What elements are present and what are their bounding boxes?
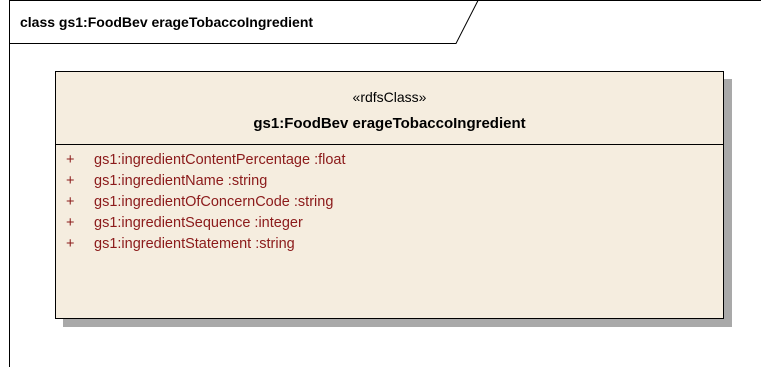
attribute-text: gs1:ingredientStatement :string xyxy=(94,236,295,252)
attribute-visibility: + xyxy=(66,173,75,189)
attribute-row[interactable]: + gs1:ingredientSequence :integer xyxy=(56,215,723,236)
attribute-row[interactable]: + gs1:ingredientName :string xyxy=(56,173,723,194)
class-box[interactable]: «rdfsClass» gs1:FoodBev erageTobaccoIngr… xyxy=(55,71,724,319)
attribute-visibility: + xyxy=(66,215,75,231)
attribute-row[interactable]: + gs1:ingredientOfConcernCode :string xyxy=(56,194,723,215)
class-stereotype: «rdfsClass» xyxy=(352,89,427,105)
attribute-list: + gs1:ingredientContentPercentage :float… xyxy=(56,152,723,257)
class-name: gs1:FoodBev erageTobaccoIngredient xyxy=(253,115,526,132)
attribute-text: gs1:ingredientContentPercentage :float xyxy=(94,152,346,168)
attribute-row[interactable]: + gs1:ingredientStatement :string xyxy=(56,236,723,257)
attribute-text: gs1:ingredientSequence :integer xyxy=(94,215,303,231)
attribute-row[interactable]: + gs1:ingredientContentPercentage :float xyxy=(56,152,723,173)
attribute-visibility: + xyxy=(66,236,75,252)
diagram-frame-tab: class gs1:FoodBev erageTobaccoIngredient xyxy=(9,0,479,44)
frame-title: class gs1:FoodBev erageTobaccoIngredient xyxy=(20,14,314,30)
attribute-visibility: + xyxy=(66,152,75,168)
attribute-text: gs1:ingredientName :string xyxy=(94,173,268,189)
attribute-visibility: + xyxy=(66,194,75,210)
class-header: «rdfsClass» gs1:FoodBev erageTobaccoIngr… xyxy=(56,72,723,145)
attribute-text: gs1:ingredientOfConcernCode :string xyxy=(94,194,334,210)
